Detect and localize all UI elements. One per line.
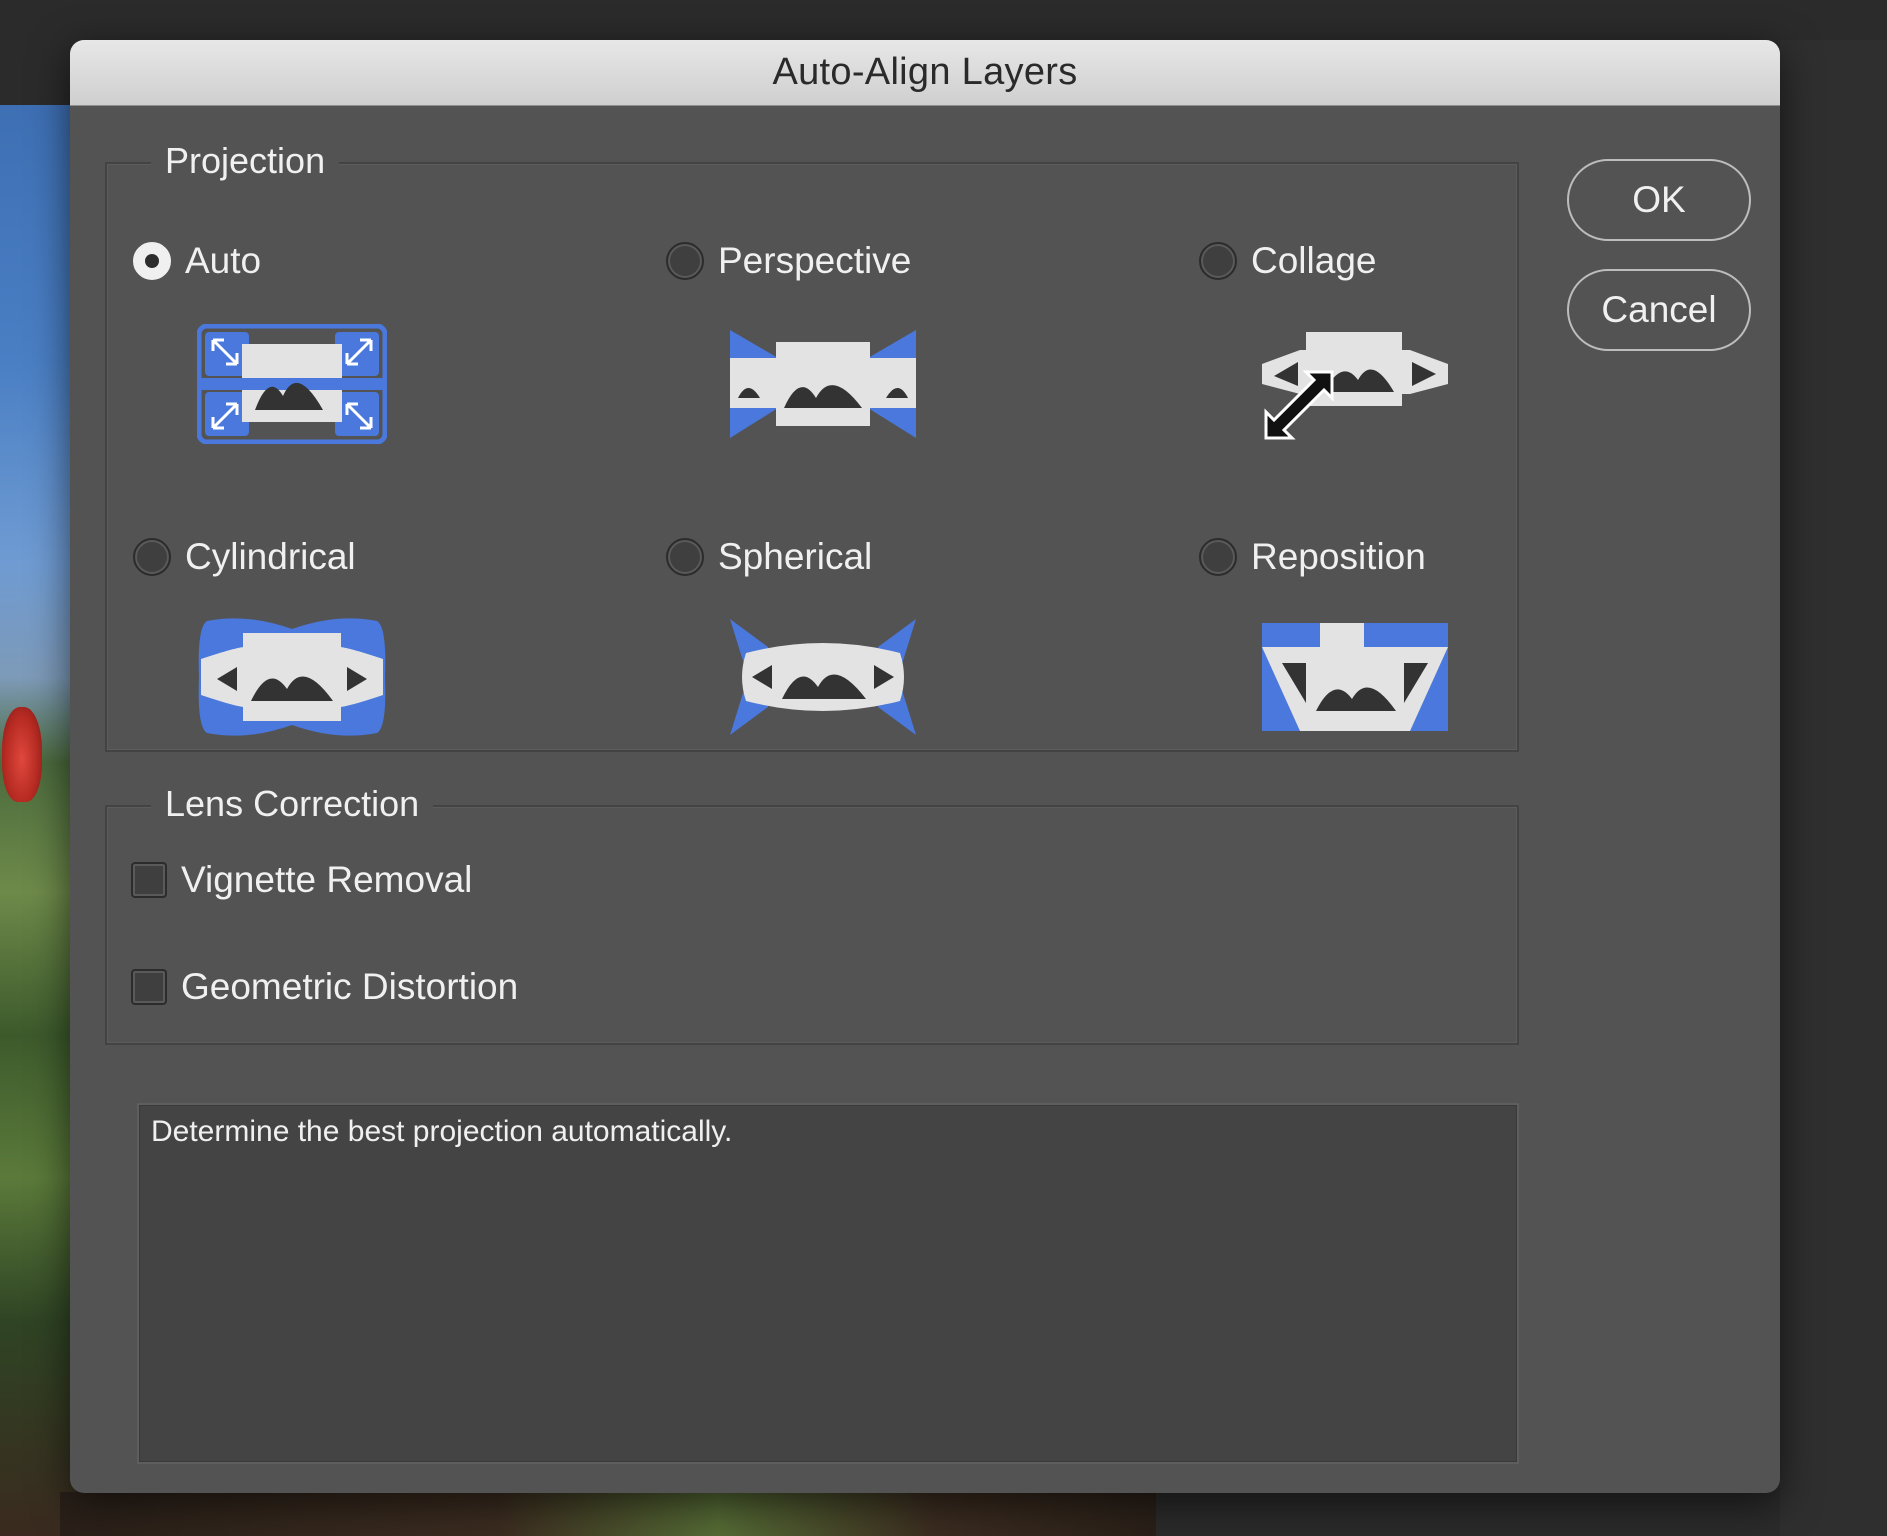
radio-label-spherical: Spherical: [718, 536, 873, 577]
auto-align-layers-dialog: Auto-Align Layers Projection Auto Perspe…: [70, 40, 1780, 1493]
description-text: Determine the best projection automatica…: [151, 1115, 733, 1148]
projection-group: Projection Auto Perspective Collage Cyli…: [105, 140, 1519, 752]
radio-button-cylindrical[interactable]: [133, 538, 171, 576]
perspective-projection-icon: [730, 330, 916, 438]
dialog-title: Auto-Align Layers: [772, 51, 1078, 93]
projection-legend: Projection: [151, 140, 340, 182]
radio-button-auto[interactable]: [133, 242, 171, 280]
radio-spherical[interactable]: Spherical: [666, 536, 872, 578]
cancel-button[interactable]: Cancel: [1567, 269, 1751, 351]
dialog-titlebar[interactable]: Auto-Align Layers: [70, 40, 1780, 106]
radio-label-perspective: Perspective: [718, 240, 912, 281]
radio-button-reposition[interactable]: [1199, 538, 1237, 576]
description-text-area: Determine the best projection automatica…: [137, 1103, 1519, 1464]
radio-reposition[interactable]: Reposition: [1199, 536, 1426, 578]
radio-perspective[interactable]: Perspective: [666, 240, 911, 282]
radio-button-perspective[interactable]: [666, 242, 704, 280]
spherical-projection-icon: [730, 619, 916, 735]
ok-button[interactable]: OK: [1567, 159, 1751, 241]
radio-collage[interactable]: Collage: [1199, 240, 1376, 282]
radio-button-collage[interactable]: [1199, 242, 1237, 280]
radio-label-auto: Auto: [185, 240, 262, 281]
reposition-projection-icon: [1262, 623, 1448, 731]
radio-cylindrical[interactable]: Cylindrical: [133, 536, 356, 578]
vignette-removal-checkbox[interactable]: [131, 862, 167, 898]
geometric-distortion-checkbox[interactable]: [131, 969, 167, 1005]
lens-correction-group: Lens Correction Vignette Removal Geometr…: [105, 783, 1519, 1045]
radio-label-cylindrical: Cylindrical: [185, 536, 356, 577]
lens-correction-legend: Lens Correction: [151, 783, 434, 825]
radio-auto[interactable]: Auto: [133, 240, 261, 282]
geometric-distortion-label: Geometric Distortion: [181, 966, 519, 1007]
vignette-removal-label: Vignette Removal: [181, 859, 473, 900]
background-photo-bottom: [60, 1492, 1156, 1536]
radio-label-collage: Collage: [1251, 240, 1377, 281]
collage-projection-icon: [1262, 332, 1448, 440]
geometric-distortion-option[interactable]: Geometric Distortion: [131, 966, 518, 1008]
auto-projection-icon: [197, 324, 387, 444]
tulip-image: [2, 707, 42, 802]
vignette-removal-option[interactable]: Vignette Removal: [131, 859, 472, 901]
background-right-panel: [1780, 40, 1887, 1536]
radio-label-reposition: Reposition: [1251, 536, 1426, 577]
background-photo: [0, 105, 75, 1536]
cylindrical-projection-icon: [198, 618, 386, 736]
radio-button-spherical[interactable]: [666, 538, 704, 576]
